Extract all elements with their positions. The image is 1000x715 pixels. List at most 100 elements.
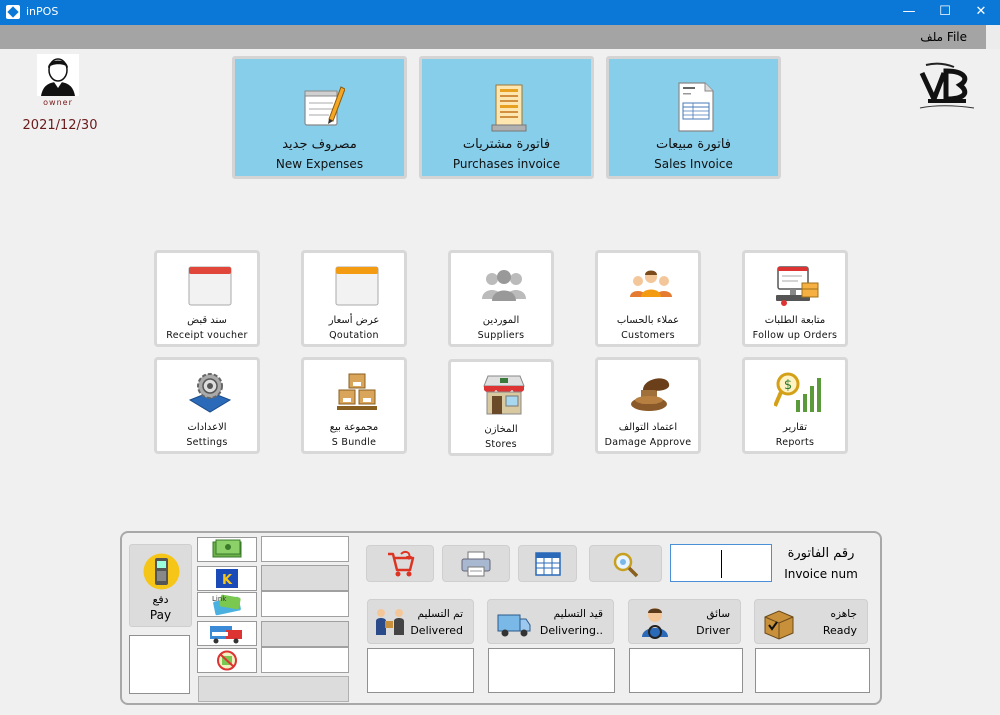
print-button[interactable] [442,545,510,582]
return-cart-button[interactable] [366,545,434,582]
driver-orders-list[interactable] [629,648,743,693]
payment-total-display [198,676,349,702]
status-delivering-label-ar: قيد التسليم [553,608,603,620]
cash-amount-field[interactable] [261,536,349,562]
purchases-invoice-label-en: Purchases invoice [452,157,561,171]
damage-approve-label-ar: اعتماد التوالف [618,422,678,433]
svg-text:K: K [222,573,233,588]
return-cart-icon [388,550,415,576]
pay-label-ar: دفع [152,593,169,606]
status-driver-label-en: Driver [696,624,730,637]
table-grid-icon [534,551,561,576]
receipt-voucher-label-en: Receipt voucher [166,330,248,341]
stores-tile[interactable]: المخازن Stores [448,359,554,456]
invoice-number-input[interactable] [670,544,772,582]
knet-payment-method[interactable]: K [197,566,257,591]
brand-logo [914,55,980,111]
damage-approve-tile[interactable]: اعتماد التوالف Damage Approve [595,357,701,454]
quotation-label-ar: عرض أسعار [328,315,380,326]
search-icon [613,552,638,577]
delivered-orders-list[interactable] [367,648,474,693]
ready-orders-list[interactable] [755,648,870,693]
knet-card-icon: K [216,569,238,588]
sales-invoice-label-en: Sales Invoice [654,157,733,171]
pay-label-en: Pay [149,608,172,622]
reports-tile[interactable]: $ تقارير Reports [742,357,848,454]
new-expenses-label-en: New Expenses [275,157,364,171]
receipt-voucher-tile[interactable]: سند قبض Receipt voucher [154,250,260,347]
search-invoice-button[interactable] [589,545,662,582]
damage-approve-label-en: Damage Approve [604,437,692,448]
status-ready-button[interactable]: جاهزه Ready [754,599,868,644]
cash-payment-method[interactable] [197,537,257,562]
suppliers-tile[interactable]: الموردين Suppliers [448,250,554,347]
payment-terminal-icon [143,553,180,590]
customers-label-en: Customers [621,330,675,341]
menu-bar: ملف File [0,25,1000,49]
app-icon [6,5,20,19]
suppliers-label-en: Suppliers [477,330,525,341]
cash-icon [212,539,242,558]
receipt-voucher-label-ar: سند قبض [187,315,227,326]
settings-tile[interactable]: الاعدادات Settings [154,357,260,454]
follow-up-orders-tile[interactable]: متابعة الطلبات Follow up Orders [742,250,848,347]
svg-text:$: $ [784,378,792,393]
boxes-icon [337,373,377,410]
status-driver-button[interactable]: سائق Driver [628,599,741,644]
status-delivering-button[interactable]: قيد التسليم Delivering.. [487,599,614,644]
package-ready-icon [764,610,794,640]
delivering-orders-list[interactable] [488,648,615,693]
store-icon [483,375,525,415]
new-expenses-button[interactable]: مصروف جديد New Expenses [232,56,407,179]
scrollbar[interactable] [986,25,1000,49]
invoice-number-label-ar: رقم الفاتورة [787,546,855,561]
title-bar: inPOS — ☐ ✕ [0,0,1000,25]
current-date: 2021/12/30 [22,118,98,133]
svg-text:Link: Link [212,595,227,603]
link-amount-field[interactable] [261,591,349,617]
s-bundle-tile[interactable]: مجموعة بيع S Bundle [301,357,407,454]
stamp-icon [631,378,670,411]
pay-amount-display [129,635,190,694]
s-bundle-label-en: S Bundle [331,437,377,448]
suppliers-icon [482,270,526,301]
new-expenses-label-ar: مصروف جديد [282,137,357,152]
online-order-icon [210,626,242,644]
online-payment-method[interactable] [197,621,257,646]
reports-icon: $ [774,372,821,412]
menu-file[interactable]: ملف File [920,30,967,44]
receipt-stack-icon [491,84,527,132]
settings-label-ar: الاعدادات [187,422,227,433]
stores-label-en: Stores [485,439,517,450]
status-delivered-button[interactable]: تم التسليم Delivered [367,599,474,644]
knet-amount-field[interactable] [261,565,349,591]
receipt-voucher-icon [188,266,232,306]
pay-button[interactable]: دفع Pay [129,544,192,627]
status-delivered-label-ar: تم التسليم [417,608,463,620]
unpaid-amount-field[interactable] [261,647,349,673]
link-payment-method[interactable]: Link [197,592,257,617]
purchases-invoice-button[interactable]: فاتورة مشتريات Purchases invoice [419,56,594,179]
no-payment-method[interactable] [197,648,257,673]
status-delivered-label-en: Delivered [410,624,463,637]
sales-invoice-label-ar: فاتورة مبيعات [655,137,731,152]
invoice-number-label-en: Invoice num [784,567,858,581]
orders-tracking-icon [776,266,819,306]
payment-link-icon: Link [212,594,241,616]
follow-up-orders-label-en: Follow up Orders [752,330,838,341]
online-amount-field[interactable] [261,621,349,647]
customers-tile[interactable]: عملاء بالحساب Customers [595,250,701,347]
user-name: owner [43,98,73,107]
quotation-tile[interactable]: عرض أسعار Qoutation [301,250,407,347]
s-bundle-label-ar: مجموعة بيع [329,422,379,433]
notepad-pencil-icon [304,86,345,126]
purchases-invoice-label-ar: فاتورة مشتريات [462,137,551,152]
follow-up-orders-label-ar: متابعة الطلبات [764,315,826,326]
delivered-icon [376,609,404,635]
delivery-truck-icon [497,614,531,637]
reports-label-ar: تقارير [782,422,808,433]
sales-invoice-button[interactable]: فاتورة مبيعات Sales Invoice [606,56,781,179]
calculator-button[interactable] [518,545,577,582]
status-driver-label-ar: سائق [706,608,730,620]
close-button[interactable]: ✕ [958,0,1000,25]
